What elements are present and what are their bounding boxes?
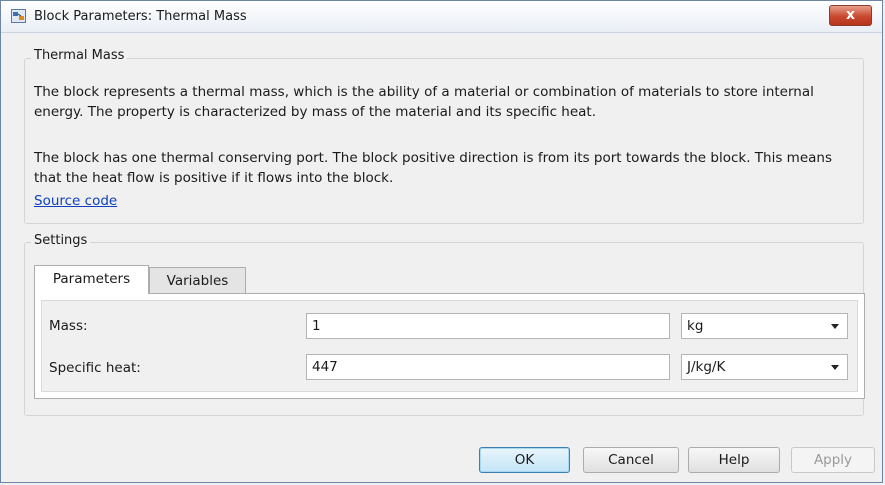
help-button[interactable]: Help <box>688 447 780 473</box>
specific-heat-unit-select[interactable]: J/kg/K <box>681 354 848 380</box>
specific-heat-unit-value: J/kg/K <box>687 359 726 375</box>
source-code-link[interactable]: Source code <box>34 193 117 209</box>
window-title: Block Parameters: Thermal Mass <box>34 9 247 24</box>
tab-variables[interactable]: Variables <box>149 267 246 294</box>
settings-group-legend: Settings <box>31 233 91 248</box>
mass-unit-select[interactable]: kg <box>681 313 848 339</box>
close-icon: x <box>845 7 856 23</box>
description-paragraph-2: The block has one thermal conserving por… <box>34 150 832 186</box>
tab-parameters[interactable]: Parameters <box>34 265 149 294</box>
close-button[interactable]: x <box>829 5 872 26</box>
dropdown-arrow-icon <box>831 324 839 329</box>
description-group-legend: Thermal Mass <box>31 48 128 63</box>
apply-button[interactable]: Apply <box>791 447 875 473</box>
cancel-button[interactable]: Cancel <box>583 447 679 473</box>
parameters-tab-panel <box>34 293 865 399</box>
dialog-window: Block Parameters: Thermal Mass x Thermal… <box>0 0 883 483</box>
tab-parameters-label: Parameters <box>52 271 131 287</box>
description-paragraph-1: The block represents a thermal mass, whi… <box>34 84 814 120</box>
mass-label: Mass: <box>49 318 88 334</box>
title-bar[interactable]: Block Parameters: Thermal Mass x <box>1 1 882 33</box>
ok-button[interactable]: OK <box>479 447 570 473</box>
tab-variables-label: Variables <box>166 273 229 289</box>
simulink-app-icon <box>11 9 26 23</box>
specific-heat-input[interactable]: 447 <box>306 354 670 380</box>
dropdown-arrow-icon <box>831 365 839 370</box>
specific-heat-label: Specific heat: <box>49 360 141 376</box>
mass-input[interactable]: 1 <box>306 313 670 339</box>
mass-unit-value: kg <box>687 318 704 334</box>
